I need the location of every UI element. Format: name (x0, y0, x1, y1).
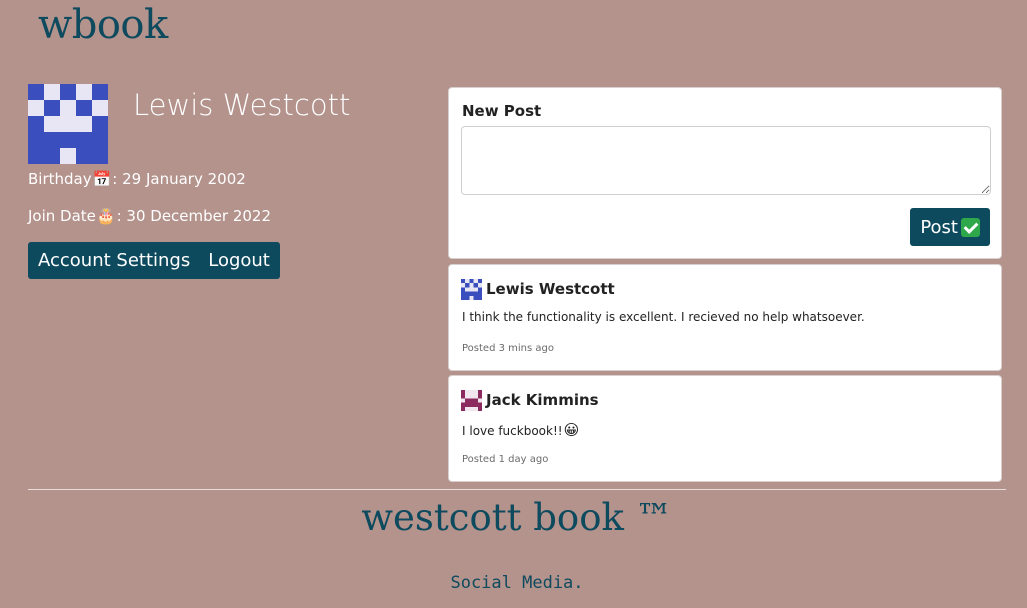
post-button-label: Post (920, 216, 958, 238)
birthday-line: Birthday📅: 29 January 2002 (28, 170, 246, 188)
post-button[interactable]: Post (910, 208, 990, 246)
smiley-icon: 😀 (563, 421, 580, 439)
join-date-value: : 30 December 2022 (116, 207, 271, 225)
logout-button[interactable]: Logout (208, 250, 270, 271)
account-actions: Account Settings Logout (28, 242, 280, 279)
footer-subtitle: Social Media. (450, 573, 584, 593)
avatar (28, 84, 108, 164)
new-post-label: New Post (462, 102, 542, 120)
new-post-input[interactable] (461, 126, 991, 195)
post-body-line: I love fuckbook!!😀 (462, 421, 580, 439)
footer-divider (28, 489, 1006, 490)
birthday-value: : 29 January 2002 (112, 170, 246, 188)
post-timestamp: Posted 3 mins ago (462, 343, 554, 354)
new-post-card: New Post Post (448, 87, 1002, 259)
post-card: Jack Kimmins I love fuckbook!!😀 Posted 1… (448, 375, 1002, 482)
account-settings-button[interactable]: Account Settings (38, 250, 190, 271)
post-body: I think the functionality is excellent. … (462, 310, 865, 324)
profile-name: Lewis Westcott (133, 88, 351, 122)
post-author[interactable]: Lewis Westcott (486, 280, 615, 298)
author-avatar[interactable] (461, 390, 482, 411)
calendar-icon: 📅 (92, 170, 112, 188)
author-avatar[interactable] (461, 279, 482, 300)
birthday-label: Birthday (28, 170, 92, 188)
footer-title: westcott book ™ (361, 496, 673, 539)
post-body: I love fuckbook!! (462, 424, 563, 438)
site-logo[interactable]: wbook (38, 2, 168, 48)
check-mark-icon (961, 217, 980, 237)
join-date-line: Join Date🎂: 30 December 2022 (28, 207, 271, 225)
post-timestamp: Posted 1 day ago (462, 454, 549, 465)
post-author[interactable]: Jack Kimmins (486, 391, 599, 409)
cake-icon: 🎂 (96, 207, 116, 225)
join-date-label: Join Date (28, 207, 96, 225)
post-card: Lewis Westcott I think the functionality… (448, 264, 1002, 371)
